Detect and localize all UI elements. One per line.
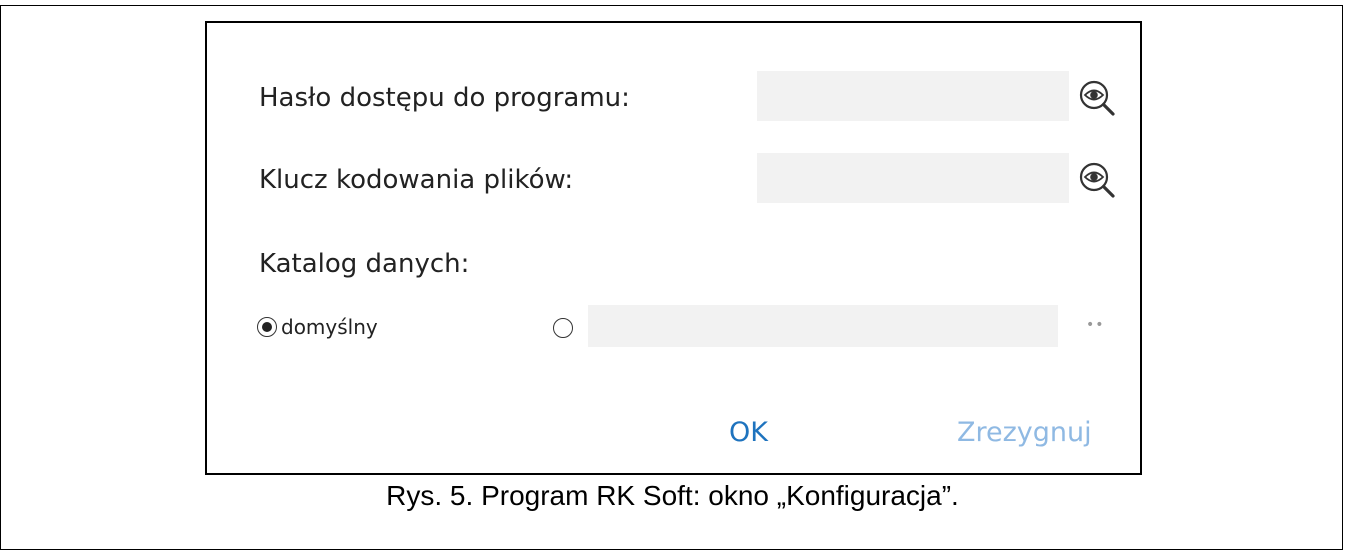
browse-directory-button[interactable]: •• [1086,315,1105,335]
password-field[interactable] [757,71,1069,121]
encryption-key-label: Klucz kodowania plików: [259,165,574,195]
data-directory-label: Katalog danych: [259,249,470,279]
figure-caption: Rys. 5. Program RK Soft: okno „Konfigura… [386,480,959,511]
show-encryption-key-button[interactable] [1075,157,1121,203]
default-directory-label: domyślny [281,315,378,339]
ok-button[interactable]: OK [729,417,768,449]
eye-magnifier-icon [1079,162,1115,198]
eye-magnifier-icon [1079,80,1115,116]
cancel-button[interactable]: Zrezygnuj [957,417,1092,449]
custom-directory-radio[interactable] [553,318,573,338]
default-directory-radio[interactable]: domyślny [257,315,378,339]
password-label: Hasło dostępu do programu: [259,83,630,113]
show-password-button[interactable] [1075,75,1121,121]
custom-directory-path-field[interactable] [588,305,1058,347]
encryption-key-field[interactable] [757,153,1069,203]
configuration-dialog: Hasło dostępu do programu: Klucz kodowan… [205,21,1142,475]
radio-selected-icon [257,317,277,337]
